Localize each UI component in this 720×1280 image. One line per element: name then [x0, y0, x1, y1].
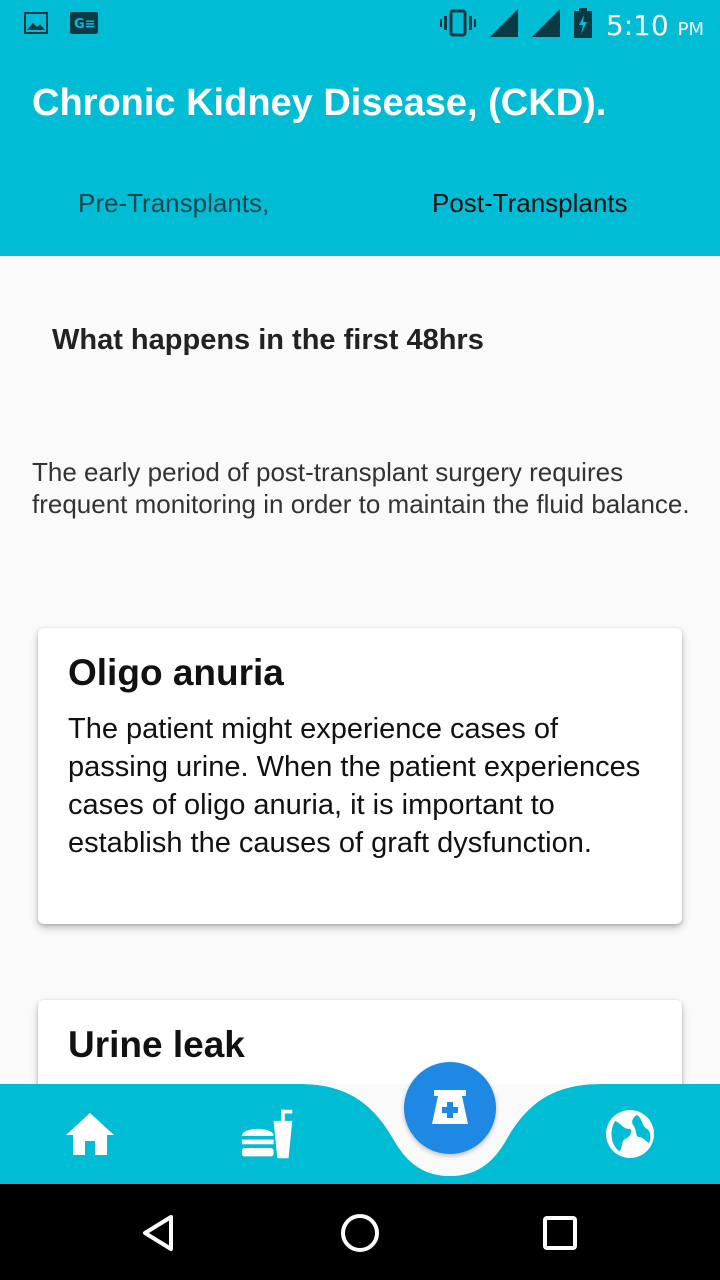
recents-icon[interactable]	[535, 1208, 585, 1258]
bottom-nav	[0, 1084, 720, 1184]
page-title: Chronic Kidney Disease, (CKD).	[32, 82, 607, 124]
fastfood-icon[interactable]	[240, 1106, 296, 1162]
signal-icon	[531, 9, 560, 42]
battery-charging-icon	[573, 8, 592, 43]
home-icon[interactable]	[62, 1106, 118, 1162]
vibrate-icon	[439, 8, 476, 43]
main-content[interactable]: What happens in the first 48hrs The earl…	[0, 256, 720, 1084]
info-card-urine-leak: Urine leak	[38, 1000, 682, 1084]
ge-icon: G≡	[70, 12, 98, 39]
tab-pre-transplants[interactable]: Pre-Transplants,	[78, 188, 269, 219]
card-title: Urine leak	[68, 1024, 245, 1065]
image-icon	[24, 12, 48, 39]
home-button-icon[interactable]	[335, 1208, 385, 1258]
system-nav-bar	[0, 1184, 720, 1280]
app-bar: Chronic Kidney Disease, (CKD). Pre-Trans…	[0, 52, 720, 256]
signal-icon	[489, 9, 518, 42]
status-time: 5:10 PM	[605, 9, 704, 42]
section-heading: What happens in the first 48hrs	[52, 324, 484, 356]
globe-icon[interactable]	[602, 1106, 658, 1162]
card-title: Oligo anuria	[68, 652, 284, 693]
intro-text: The early period of post-transplant surg…	[32, 457, 690, 519]
tab-post-transplants[interactable]: Post-Transplants	[432, 188, 628, 219]
status-bar: G≡ 5:10 PM	[0, 0, 720, 52]
card-body: The patient might experience cases of pa…	[68, 713, 641, 859]
pharmacy-icon[interactable]	[404, 1062, 496, 1154]
info-card-oligo-anuria: Oligo anuria The patient might experienc…	[38, 628, 682, 924]
back-icon[interactable]	[134, 1208, 184, 1258]
svg-text:G≡: G≡	[74, 17, 96, 32]
